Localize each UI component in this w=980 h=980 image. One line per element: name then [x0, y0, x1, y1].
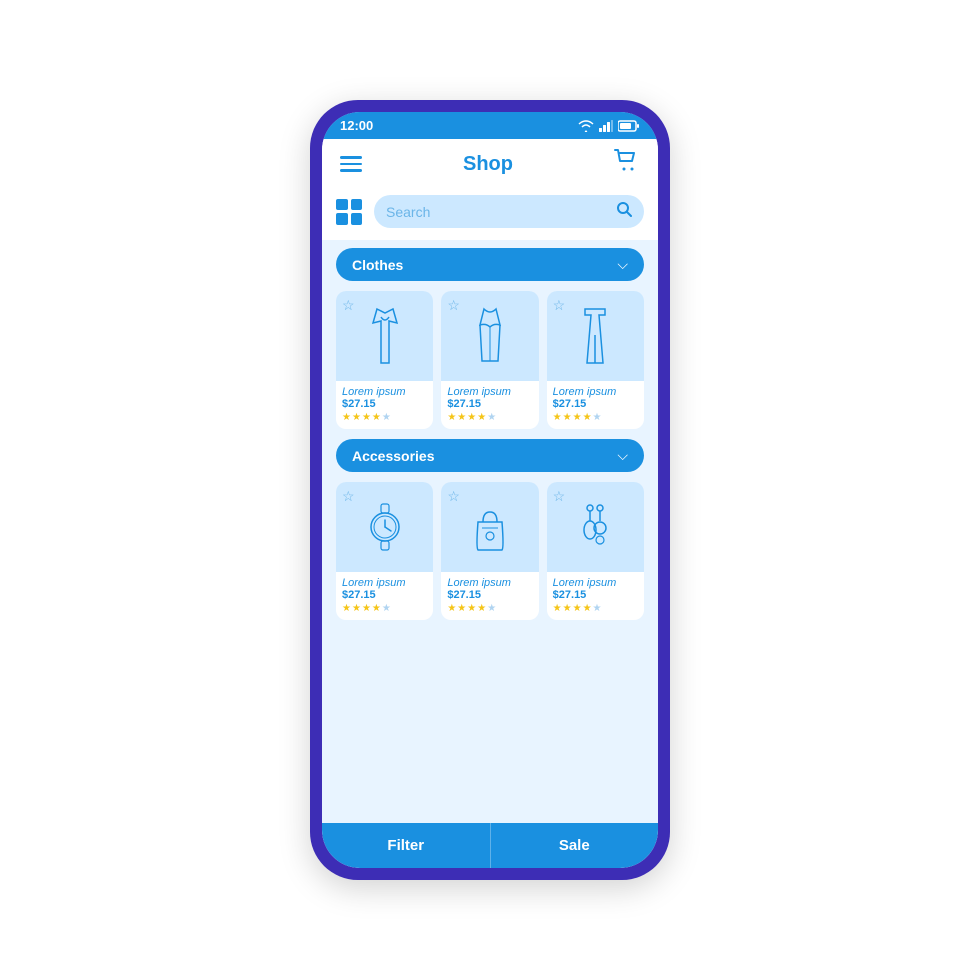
product-name: Lorem ipsum: [447, 386, 532, 398]
product-image-bag: ☆: [441, 482, 538, 572]
category-accessories-header[interactable]: Accessories ⌵: [336, 439, 644, 472]
product-name: Lorem ipsum: [553, 386, 638, 398]
signal-icon: [599, 120, 613, 132]
product-stars: ★★★★★: [553, 412, 638, 423]
product-name: Lorem ipsum: [342, 577, 427, 589]
search-icon: [616, 201, 632, 222]
product-info-dress: Lorem ipsum $27.15 ★★★★★: [336, 381, 433, 429]
favorite-icon[interactable]: ☆: [553, 488, 566, 505]
product-price: $27.15: [447, 589, 532, 601]
product-info-pants: Lorem ipsum $27.15 ★★★★★: [547, 381, 644, 429]
product-info-bodysuit: Lorem ipsum $27.15 ★★★★★: [441, 381, 538, 429]
product-card-bag[interactable]: ☆ Lorem ipsum $27.15 ★★★★★: [441, 482, 538, 620]
product-price: $27.15: [342, 398, 427, 410]
product-image-bodysuit: ☆: [441, 291, 538, 381]
favorite-icon[interactable]: ☆: [553, 297, 566, 314]
status-icons: [578, 120, 640, 132]
product-card-pants[interactable]: ☆ Lorem ipsum $27.15 ★★★★★: [547, 291, 644, 429]
product-card-dress[interactable]: ☆ Lorem ipsum $27.15 ★★★★★: [336, 291, 433, 429]
app-header: Shop: [322, 139, 658, 189]
accessories-grid: ☆ Lorem ipsum $27.15: [336, 482, 644, 620]
sale-button[interactable]: Sale: [491, 823, 659, 868]
clothes-grid: ☆ Lorem ipsum $27.15 ★★★★★: [336, 291, 644, 429]
favorite-icon[interactable]: ☆: [447, 488, 460, 505]
favorite-icon[interactable]: ☆: [342, 488, 355, 505]
category-accessories-label: Accessories: [352, 448, 435, 464]
wifi-icon: [578, 120, 594, 132]
filter-button[interactable]: Filter: [322, 823, 491, 868]
chevron-down-icon: ⌵: [617, 256, 628, 273]
category-clothes-label: Clothes: [352, 257, 403, 273]
search-row: Search: [322, 189, 658, 240]
status-bar: 12:00: [322, 112, 658, 139]
product-card-watch[interactable]: ☆ Lorem ipsum $27.15: [336, 482, 433, 620]
product-image-watch: ☆: [336, 482, 433, 572]
phone-screen: 12:00: [322, 112, 658, 868]
search-placeholder: Search: [386, 204, 610, 220]
product-price: $27.15: [553, 398, 638, 410]
category-clothes-header[interactable]: Clothes ⌵: [336, 248, 644, 281]
menu-icon[interactable]: [340, 156, 362, 172]
product-name: Lorem ipsum: [447, 577, 532, 589]
search-box[interactable]: Search: [374, 195, 644, 228]
phone-frame: 12:00: [310, 100, 670, 880]
product-image-pants: ☆: [547, 291, 644, 381]
main-content: Clothes ⌵ ☆ Lorem ipsum $27.15: [322, 240, 658, 823]
bottom-bar: Filter Sale: [322, 823, 658, 868]
favorite-icon[interactable]: ☆: [342, 297, 355, 314]
product-stars: ★★★★★: [447, 603, 532, 614]
product-stars: ★★★★★: [553, 603, 638, 614]
product-stars: ★★★★★: [447, 412, 532, 423]
product-price: $27.15: [342, 589, 427, 601]
favorite-icon[interactable]: ☆: [447, 297, 460, 314]
product-info-watch: Lorem ipsum $27.15 ★★★★★: [336, 572, 433, 620]
status-time: 12:00: [340, 118, 373, 133]
battery-icon: [618, 120, 640, 132]
product-info-earrings: Lorem ipsum $27.15 ★★★★★: [547, 572, 644, 620]
chevron-down-icon: ⌵: [617, 447, 628, 464]
product-stars: ★★★★★: [342, 603, 427, 614]
grid-view-icon[interactable]: [336, 199, 362, 225]
product-name: Lorem ipsum: [342, 386, 427, 398]
product-stars: ★★★★★: [342, 412, 427, 423]
product-card-earrings[interactable]: ☆ Lorem ipsum $27.15: [547, 482, 644, 620]
app-title: Shop: [463, 153, 513, 176]
product-info-bag: Lorem ipsum $27.15 ★★★★★: [441, 572, 538, 620]
cart-icon[interactable]: [614, 149, 640, 179]
product-image-earrings: ☆: [547, 482, 644, 572]
product-card-bodysuit[interactable]: ☆ Lorem ipsum $27.15 ★★★★★: [441, 291, 538, 429]
product-image-dress: ☆: [336, 291, 433, 381]
product-name: Lorem ipsum: [553, 577, 638, 589]
product-price: $27.15: [447, 398, 532, 410]
product-price: $27.15: [553, 589, 638, 601]
